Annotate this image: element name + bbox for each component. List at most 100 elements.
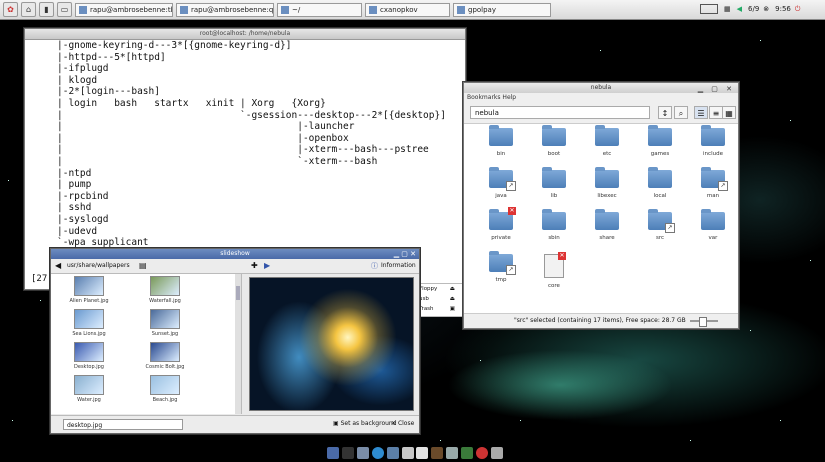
file-item[interactable]: lib <box>529 167 579 199</box>
scroll-thumb[interactable] <box>236 286 240 300</box>
task-app-2[interactable]: gpolpay <box>453 2 551 17</box>
viewer-title: slideshow <box>220 250 250 257</box>
window-controls[interactable]: ▁ ▢ ✕ <box>394 249 416 259</box>
terminal-line: | klogd <box>57 74 98 86</box>
terminal-output[interactable]: |-gnome-keyring-d---3*[{gnome-keyring-d}… <box>25 40 465 249</box>
terminal-title[interactable]: root@localhost: /home/nebula <box>25 29 465 40</box>
folder-icon <box>542 125 566 146</box>
volume-icon[interactable]: ◀ <box>737 5 742 13</box>
thumbnail-image <box>74 342 104 362</box>
compact-view-icon[interactable]: ≡ <box>709 106 723 119</box>
network-icon[interactable]: ▦ <box>724 5 731 13</box>
file-manager-menu[interactable]: Bookmarks Help <box>464 93 738 103</box>
eject-icon[interactable]: ⏏ <box>450 284 455 294</box>
next-icon[interactable]: ▶ <box>264 261 270 270</box>
desktop-icon[interactable]: ▭ <box>57 2 72 17</box>
file-label: bin <box>496 151 506 157</box>
scrollbar[interactable] <box>235 274 241 414</box>
network-icon[interactable] <box>386 446 399 459</box>
sort-icon[interactable]: ↕ <box>658 106 672 119</box>
volume-item[interactable]: usb ⏏ <box>417 294 465 304</box>
location-field[interactable]: nebula <box>470 106 650 119</box>
file-label: games <box>650 151 670 157</box>
thumbnail-item[interactable]: Desktop.jpg <box>59 342 119 370</box>
file-manager-titlebar[interactable]: nebula ▁ ▢ ✕ <box>464 83 738 93</box>
file-item[interactable]: etc <box>582 125 632 157</box>
file-item[interactable]: games <box>635 125 685 157</box>
close-button[interactable]: ✕ Close <box>391 420 414 427</box>
zoom-slider[interactable] <box>690 317 718 327</box>
zoom-knob[interactable] <box>699 317 707 327</box>
file-item[interactable]: local <box>635 167 685 199</box>
view-mode-icon[interactable]: ▤ <box>139 261 147 270</box>
file-manager-window[interactable]: nebula ▁ ▢ ✕ Bookmarks Help nebula ↕ ⌕ ☰… <box>463 82 739 329</box>
sound-icon[interactable] <box>446 446 459 459</box>
task-terminal-2[interactable]: rapu@ambrosebenne:qcnou <box>176 2 274 17</box>
system-tray: ▦ ◀ 6/9 ⊗ 9:56 ⏻ <box>700 2 800 16</box>
file-item[interactable]: boot <box>529 125 579 157</box>
thumbnail-item[interactable]: Water.jpg <box>59 375 119 403</box>
info-label[interactable]: Information <box>381 262 416 269</box>
task-app-1[interactable]: cxanopkov <box>365 2 450 17</box>
monitor-icon[interactable] <box>356 446 369 459</box>
file-item[interactable]: var <box>688 209 738 241</box>
file-item[interactable]: private <box>476 207 526 241</box>
search-icon[interactable]: ⌕ <box>674 106 688 119</box>
thumbnail-item[interactable]: Waterfall.jpg <box>135 276 195 304</box>
add-icon[interactable]: ✚ <box>251 261 258 270</box>
terminal-icon[interactable] <box>341 446 354 459</box>
eject-icon[interactable]: ⏏ <box>450 294 455 304</box>
folder-icon <box>489 167 516 191</box>
image-icon[interactable] <box>461 446 474 459</box>
location-field[interactable]: usr/share/wallpapers <box>67 262 130 269</box>
image-viewer-window[interactable]: slideshow ▁ ▢ ✕ ◀ usr/share/wallpapers ▤… <box>50 248 420 434</box>
file-item[interactable]: sbin <box>529 209 579 241</box>
file-item[interactable]: java <box>476 167 526 199</box>
package-icon[interactable] <box>431 446 444 459</box>
window-controls[interactable]: ▁ ▢ ✕ <box>698 84 735 94</box>
thumbnail-item[interactable]: Alien Planet.jpg <box>59 276 119 304</box>
home-icon[interactable]: ⌂ <box>21 2 36 17</box>
back-icon[interactable]: ◀ <box>55 261 61 270</box>
battery-icon[interactable] <box>700 4 718 14</box>
filename-field[interactable]: desktop.jpg <box>63 419 183 430</box>
thumbnail-label: Beach.jpg <box>152 397 178 403</box>
set-background-button[interactable]: ▣ Set as background <box>333 420 397 427</box>
thumbnail-item[interactable]: Beach.jpg <box>135 375 195 403</box>
terminal-line: | |-openbox <box>57 132 349 144</box>
trash-icon[interactable]: ▣ <box>450 304 455 314</box>
task-terminal-1[interactable]: rapu@ambrosebenne:tbaqui <box>75 2 173 17</box>
thumbnail-item[interactable]: Sunset.jpg <box>135 309 195 337</box>
icon-view-icon[interactable]: ▦ <box>722 106 736 119</box>
power-icon[interactable]: ⏻ <box>795 5 801 14</box>
task-label: ~/ <box>292 5 301 14</box>
task-filemanager[interactable]: ~/ <box>277 2 362 17</box>
info-icon[interactable]: ⓘ <box>371 261 378 271</box>
files-icon[interactable] <box>327 446 339 459</box>
file-item[interactable]: include <box>688 125 738 157</box>
file-item[interactable]: bin <box>476 125 526 157</box>
file-item[interactable]: libexec <box>582 167 632 199</box>
menu-icon[interactable]: ✿ <box>3 2 18 17</box>
file-item[interactable]: src <box>635 209 685 241</box>
thumbnail-item[interactable]: Sea Lions.jpg <box>59 309 119 337</box>
terminal-line: | sshd <box>57 202 92 214</box>
trash-icon[interactable] <box>490 446 503 459</box>
editor-icon[interactable] <box>401 446 414 459</box>
lock-icon[interactable]: ⊗ <box>763 5 769 13</box>
volume-item[interactable]: Trash ▣ <box>417 304 465 314</box>
file-item[interactable]: core <box>529 252 579 289</box>
terminal-icon[interactable]: ▮ <box>39 2 54 17</box>
file-item[interactable]: share <box>582 209 632 241</box>
globe-icon[interactable] <box>371 446 384 459</box>
file-item[interactable]: tmp <box>476 251 526 283</box>
viewer-titlebar[interactable]: slideshow ▁ ▢ ✕ <box>51 249 419 259</box>
wifi-icon[interactable] <box>476 446 489 459</box>
volume-item[interactable]: Floppy ⏏ <box>417 284 465 294</box>
file-item[interactable]: man <box>688 167 738 199</box>
list-view-icon[interactable]: ☰ <box>694 106 708 119</box>
clock[interactable]: 9:56 <box>775 5 791 13</box>
thumbnail-item[interactable]: Cosmic Bolt.jpg <box>135 342 195 370</box>
thumbnail-label: Waterfall.jpg <box>149 298 181 304</box>
media-icon[interactable] <box>416 446 429 459</box>
